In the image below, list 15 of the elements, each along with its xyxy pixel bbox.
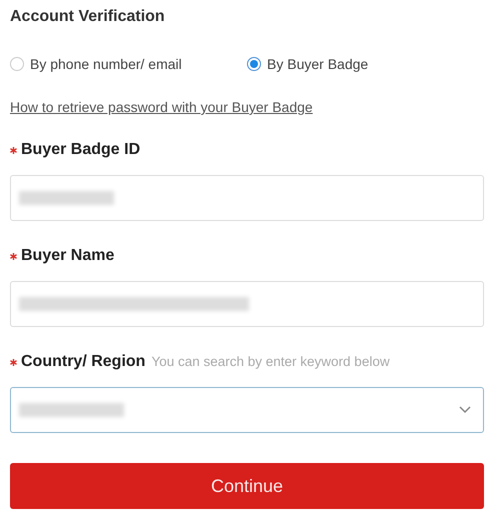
radio-icon[interactable]: [10, 57, 24, 71]
input-field[interactable]: [10, 175, 484, 221]
radio-option[interactable]: By Buyer Badge: [247, 56, 484, 72]
chevron-down-icon: [459, 406, 471, 414]
section-title: Account Verification: [10, 8, 166, 27]
radio-icon[interactable]: [247, 57, 261, 71]
input-field[interactable]: [10, 281, 484, 327]
continue-button[interactable]: Continue: [10, 463, 484, 509]
field-hint: You can search by enter keyword below: [151, 354, 390, 368]
radio-option[interactable]: By phone number/ email: [10, 56, 247, 72]
field-label: Buyer Badge ID: [21, 141, 140, 159]
help-link[interactable]: How to retrieve password with your Buyer Badge: [10, 99, 313, 115]
field-label: Buyer Name: [21, 247, 114, 265]
field-label: Country/ Region: [21, 353, 146, 371]
select-field[interactable]: [10, 387, 484, 433]
